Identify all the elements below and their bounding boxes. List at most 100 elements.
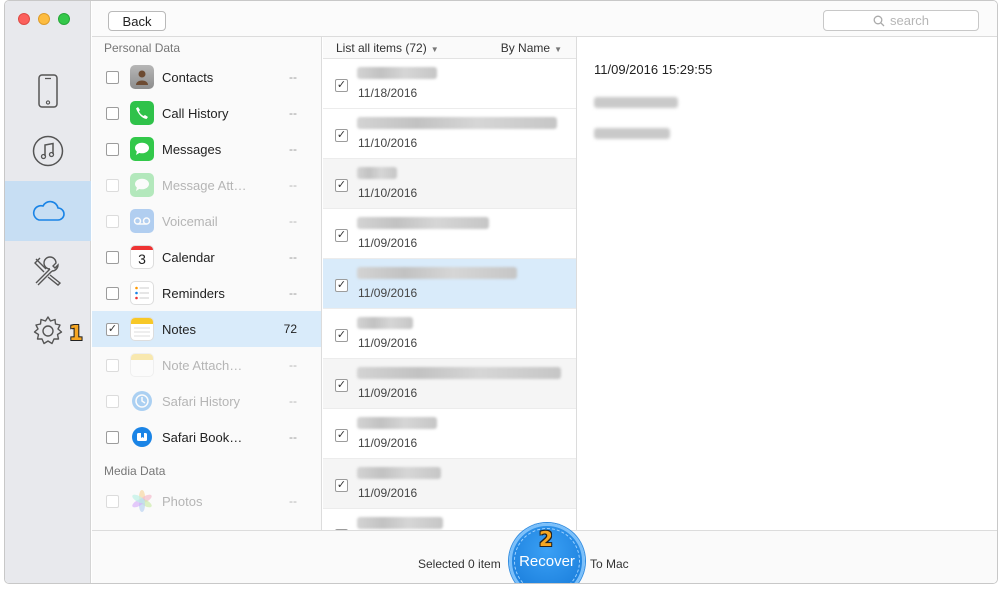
item-checkbox[interactable]: ✓ — [335, 429, 348, 442]
category-call-history[interactable]: Call History -- — [92, 95, 321, 131]
item-checkbox[interactable]: ✓ — [335, 129, 348, 142]
call-history-checkbox[interactable] — [106, 106, 119, 120]
calendar-checkbox[interactable] — [106, 250, 119, 264]
item-date: 11/09/2016 — [358, 436, 418, 450]
category-label: Calendar — [162, 249, 215, 265]
category-count: -- — [289, 106, 297, 120]
bottom-bar: Selected 0 item Recover 2 To Mac — [92, 523, 997, 583]
item-checkbox[interactable]: ✓ — [335, 179, 348, 192]
cloud-icon — [32, 200, 65, 221]
minimize-window-button[interactable] — [38, 13, 50, 25]
list-item-selected[interactable]: ✓ 11/09/2016 — [323, 259, 576, 309]
list-item[interactable]: ✓ 11/09/2016 — [323, 209, 576, 259]
category-messages[interactable]: Messages -- — [92, 131, 321, 167]
redacted-title — [357, 117, 557, 129]
note-attachments-checkbox[interactable] — [106, 358, 119, 372]
rail-device-button[interactable] — [5, 61, 91, 121]
safari-bookmarks-checkbox[interactable] — [106, 430, 119, 444]
music-note-icon — [32, 135, 64, 167]
list-item[interactable]: ✓ 11/09/2016 — [323, 359, 576, 409]
category-note-attachments[interactable]: Note Attach… -- — [92, 347, 321, 383]
category-count: -- — [289, 214, 297, 228]
step-2-annotation: 2 — [539, 527, 553, 551]
category-safari-bookmarks[interactable]: Safari Book… -- — [92, 419, 321, 455]
item-checkbox[interactable]: ✓ — [335, 479, 348, 492]
item-checkbox[interactable]: ✓ — [335, 79, 348, 92]
voicemail-checkbox[interactable] — [106, 214, 119, 228]
sort-dropdown[interactable]: By Name ▼ — [501, 41, 562, 55]
rail-tools-button[interactable] — [5, 241, 91, 301]
redacted-note-line — [594, 97, 678, 108]
item-date: 11/09/2016 — [358, 486, 418, 500]
item-checkbox[interactable]: ✓ — [335, 279, 348, 292]
safari-bookmark-icon — [130, 425, 154, 449]
rail-itunes-button[interactable] — [5, 121, 91, 181]
category-photos[interactable]: Photos -- — [92, 483, 321, 519]
redacted-title — [357, 367, 561, 379]
item-date: 11/09/2016 — [358, 236, 418, 250]
category-notes[interactable]: ✓ Notes 72 — [92, 311, 321, 347]
search-input[interactable]: search — [823, 10, 979, 31]
step-1-annotation: 1 — [69, 321, 83, 345]
category-label: Contacts — [162, 69, 214, 85]
item-checkbox[interactable]: ✓ — [335, 379, 348, 392]
list-item[interactable]: ✓ 11/10/2016 — [323, 109, 576, 159]
notes-icon — [130, 317, 154, 341]
safari-history-checkbox[interactable] — [106, 394, 119, 408]
redacted-title — [357, 67, 437, 79]
category-label: Message Att… — [162, 177, 247, 193]
category-count: -- — [289, 286, 297, 300]
category-label: Note Attach… — [162, 357, 243, 373]
rail-icloud-button[interactable] — [5, 181, 91, 241]
category-panel: Personal Data Contacts -- Call History -… — [92, 37, 322, 530]
search-placeholder: search — [889, 13, 930, 28]
reminders-checkbox[interactable] — [106, 286, 119, 300]
redacted-note-line — [594, 128, 670, 139]
top-toolbar: Back search — [92, 1, 997, 37]
category-safari-history[interactable]: Safari History -- — [92, 383, 321, 419]
redacted-title — [357, 517, 443, 529]
list-item[interactable]: ✓ 11/18/2016 — [323, 59, 576, 109]
redacted-title — [357, 467, 441, 479]
category-calendar[interactable]: 3 Calendar -- — [92, 239, 321, 275]
notes-checkbox[interactable]: ✓ — [106, 322, 119, 336]
category-count: -- — [289, 250, 297, 264]
category-label: Safari History — [162, 393, 241, 409]
category-count: -- — [289, 358, 297, 372]
filter-label: List all items (72) — [336, 40, 427, 55]
to-mac-text: To Mac — [590, 557, 629, 571]
close-window-button[interactable] — [18, 13, 30, 25]
category-count: -- — [289, 494, 297, 508]
filter-dropdown[interactable]: List all items (72) ▼ — [336, 41, 439, 55]
calendar-day: 3 — [138, 251, 146, 267]
category-count: -- — [289, 142, 297, 156]
category-label: Messages — [162, 141, 222, 157]
photos-checkbox[interactable] — [106, 494, 119, 508]
redacted-title — [357, 317, 413, 329]
left-rail: 1 — [5, 1, 91, 583]
category-contacts[interactable]: Contacts -- — [92, 59, 321, 95]
note-timestamp: 11/09/2016 15:29:55 — [594, 62, 713, 77]
note-attachment-icon — [130, 353, 154, 377]
back-button[interactable]: Back — [108, 11, 166, 31]
zoom-window-button[interactable] — [58, 13, 70, 25]
list-header: List all items (72) ▼ By Name ▼ — [323, 37, 576, 59]
redacted-title — [357, 417, 437, 429]
list-item[interactable]: ✓ 11/09/2016 — [323, 409, 576, 459]
list-item[interactable]: ✓ 11/09/2016 — [323, 309, 576, 359]
item-checkbox[interactable]: ✓ — [335, 329, 348, 342]
item-date: 11/10/2016 — [358, 186, 418, 200]
search-icon — [873, 15, 885, 26]
category-count: -- — [289, 430, 297, 444]
category-reminders[interactable]: Reminders -- — [92, 275, 321, 311]
message-attachments-checkbox[interactable] — [106, 178, 119, 192]
list-item[interactable]: ✓ 11/09/2016 — [323, 459, 576, 509]
messages-checkbox[interactable] — [106, 142, 119, 156]
category-message-attachments[interactable]: Message Att… -- — [92, 167, 321, 203]
category-voicemail[interactable]: Voicemail -- — [92, 203, 321, 239]
list-item[interactable]: ✓ 11/10/2016 — [323, 159, 576, 209]
item-date: 11/09/2016 — [358, 336, 418, 350]
notes-list-panel: List all items (72) ▼ By Name ▼ ✓ 11/18/20… — [323, 37, 577, 530]
item-checkbox[interactable]: ✓ — [335, 229, 348, 242]
contacts-checkbox[interactable] — [106, 70, 119, 84]
